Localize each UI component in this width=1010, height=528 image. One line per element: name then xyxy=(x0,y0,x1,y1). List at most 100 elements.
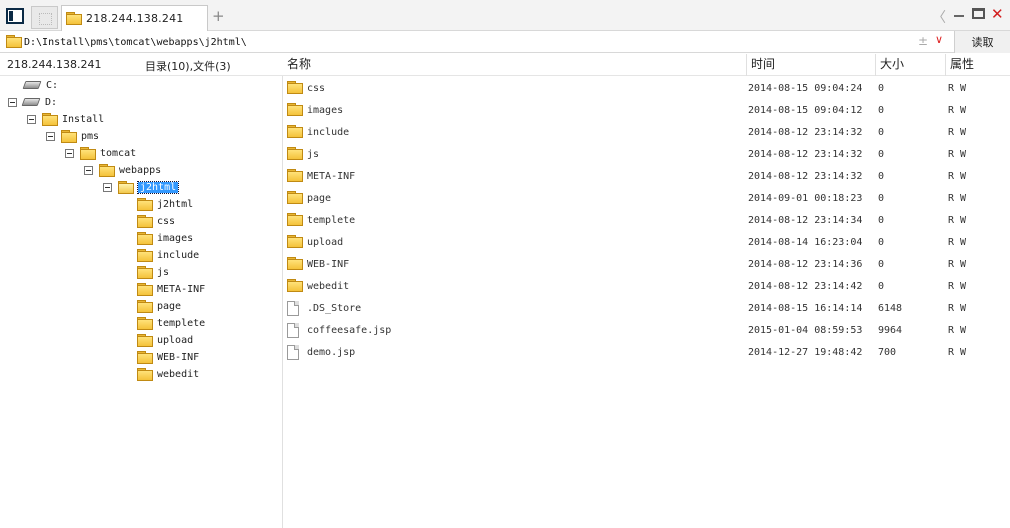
new-tab-button[interactable]: + xyxy=(212,8,225,24)
panel-toggle-icon[interactable] xyxy=(6,8,24,24)
collapse-icon[interactable] xyxy=(84,165,93,175)
file-attr: R W xyxy=(948,127,967,138)
chevron-down-icon[interactable]: ∨ xyxy=(935,33,943,46)
file-row[interactable]: images 2014-08-15 09:04:12 0 R W xyxy=(283,100,1010,122)
file-name: js xyxy=(307,149,320,160)
file-icon xyxy=(287,345,299,360)
file-attr: R W xyxy=(948,347,967,358)
tree-item-tomcat[interactable]: tomcat xyxy=(65,145,136,161)
file-row[interactable]: upload 2014-08-14 16:23:04 0 R W xyxy=(283,232,1010,254)
read-button[interactable]: 读取 xyxy=(954,31,1010,53)
tree-item[interactable]: include xyxy=(137,247,199,263)
folder-icon xyxy=(137,231,153,245)
tree-item[interactable]: META-INF xyxy=(137,281,205,297)
file-size: 0 xyxy=(878,193,885,204)
tree-item-j2html[interactable]: j2html xyxy=(103,179,180,195)
tree-item-install[interactable]: Install xyxy=(27,111,104,127)
folder-icon xyxy=(287,125,303,138)
close-icon[interactable]: ✕ xyxy=(991,5,1004,23)
file-attr: R W xyxy=(948,83,967,94)
tree-item-pms[interactable]: pms xyxy=(46,128,99,144)
tree-item[interactable]: templete xyxy=(137,315,205,331)
maximize-icon[interactable] xyxy=(972,8,985,19)
file-size: 0 xyxy=(878,237,885,248)
collapse-icon[interactable] xyxy=(27,114,36,124)
column-attr[interactable]: 属性 xyxy=(945,54,1010,76)
column-time[interactable]: 时间 xyxy=(746,54,875,76)
tree-item[interactable]: css xyxy=(137,213,175,229)
file-time: 2014-12-27 19:48:42 xyxy=(748,347,863,358)
file-time: 2014-08-15 09:04:12 xyxy=(748,105,863,116)
folder-icon xyxy=(287,81,303,94)
file-row[interactable]: css 2014-08-15 09:04:24 0 R W xyxy=(283,78,1010,100)
file-name: include xyxy=(307,127,350,138)
collapse-icon[interactable] xyxy=(46,131,55,141)
file-row[interactable]: include 2014-08-12 23:14:32 0 R W xyxy=(283,122,1010,144)
file-list: css 2014-08-15 09:04:24 0 R W images 2014-08… xyxy=(283,76,1010,528)
folder-icon xyxy=(137,282,153,296)
tree-item[interactable]: images xyxy=(137,230,193,246)
title-bar: 218.244.138.241 + 〈 ✕ xyxy=(0,0,1010,31)
tree-label: D: xyxy=(45,96,58,108)
file-row[interactable]: page 2014-09-01 00:18:23 0 R W xyxy=(283,188,1010,210)
minimize-icon[interactable] xyxy=(954,15,964,17)
tree-item[interactable]: js xyxy=(137,264,169,280)
file-name: coffeesafe.jsp xyxy=(307,325,392,336)
folder-icon xyxy=(287,191,303,204)
collapse-icon[interactable] xyxy=(8,97,17,107)
file-name: webedit xyxy=(307,281,350,292)
tree-item-webapps[interactable]: webapps xyxy=(84,162,161,178)
path-input[interactable] xyxy=(24,34,904,50)
tree-label: page xyxy=(157,300,182,312)
file-size: 0 xyxy=(878,259,885,270)
collapse-icon[interactable] xyxy=(103,182,112,192)
file-row[interactable]: templete 2014-08-12 23:14:34 0 R W xyxy=(283,210,1010,232)
folder-icon xyxy=(287,279,303,292)
file-row[interactable]: coffeesafe.jsp 2015-01-04 08:59:53 9964 R W xyxy=(283,320,1010,342)
drive-icon xyxy=(22,81,42,89)
tree-item[interactable]: upload xyxy=(137,332,193,348)
file-row[interactable]: WEB-INF 2014-08-12 23:14:36 0 R W xyxy=(283,254,1010,276)
tree-drive-c[interactable]: C: xyxy=(22,77,58,93)
file-attr: R W xyxy=(948,149,967,160)
folder-icon xyxy=(137,316,153,330)
file-name: templete xyxy=(307,215,356,226)
tree-label: Install xyxy=(62,113,105,125)
file-row[interactable]: META-INF 2014-08-12 23:14:32 0 R W xyxy=(283,166,1010,188)
file-row[interactable]: .DS_Store 2014-08-15 16:14:14 6148 R W xyxy=(283,298,1010,320)
tree-label: css xyxy=(157,215,176,227)
tree-drive-d[interactable]: D: xyxy=(8,94,57,110)
blank-tab[interactable] xyxy=(31,6,58,29)
file-row[interactable]: webedit 2014-08-12 23:14:42 0 R W xyxy=(283,276,1010,298)
file-size: 0 xyxy=(878,149,885,160)
file-name: page xyxy=(307,193,332,204)
tree-label: upload xyxy=(157,334,194,346)
file-time: 2014-08-12 23:14:34 xyxy=(748,215,863,226)
tab-server[interactable]: 218.244.138.241 xyxy=(61,5,208,31)
tree-label: templete xyxy=(157,317,206,329)
file-time: 2014-08-14 16:23:04 xyxy=(748,237,863,248)
column-name[interactable]: 名称 xyxy=(283,54,746,76)
column-size[interactable]: 大小 xyxy=(875,54,945,76)
file-time: 2014-08-12 23:14:32 xyxy=(748,127,863,138)
file-attr: R W xyxy=(948,193,967,204)
folder-icon xyxy=(137,197,153,211)
folder-icon xyxy=(287,103,303,116)
file-row[interactable]: demo.jsp 2014-12-27 19:48:42 700 R W xyxy=(283,342,1010,364)
file-row[interactable]: js 2014-08-12 23:14:32 0 R W xyxy=(283,144,1010,166)
tree-item[interactable]: j2html xyxy=(137,196,193,212)
tree-item[interactable]: page xyxy=(137,298,181,314)
file-time: 2014-08-15 16:14:14 xyxy=(748,303,863,314)
tree-label: webedit xyxy=(157,368,200,380)
file-size: 700 xyxy=(878,347,897,358)
file-time: 2014-09-01 00:18:23 xyxy=(748,193,863,204)
tree-item[interactable]: WEB-INF xyxy=(137,349,199,365)
collapse-icon[interactable] xyxy=(65,148,74,158)
tree-item[interactable]: webedit xyxy=(137,366,199,382)
folder-icon xyxy=(80,146,96,160)
back-icon[interactable]: 〈 xyxy=(932,7,946,27)
plus-minus-icon[interactable]: ± xyxy=(918,34,928,48)
file-size: 9964 xyxy=(878,325,903,336)
tab-title: 218.244.138.241 xyxy=(86,12,184,25)
file-size: 0 xyxy=(878,105,885,116)
